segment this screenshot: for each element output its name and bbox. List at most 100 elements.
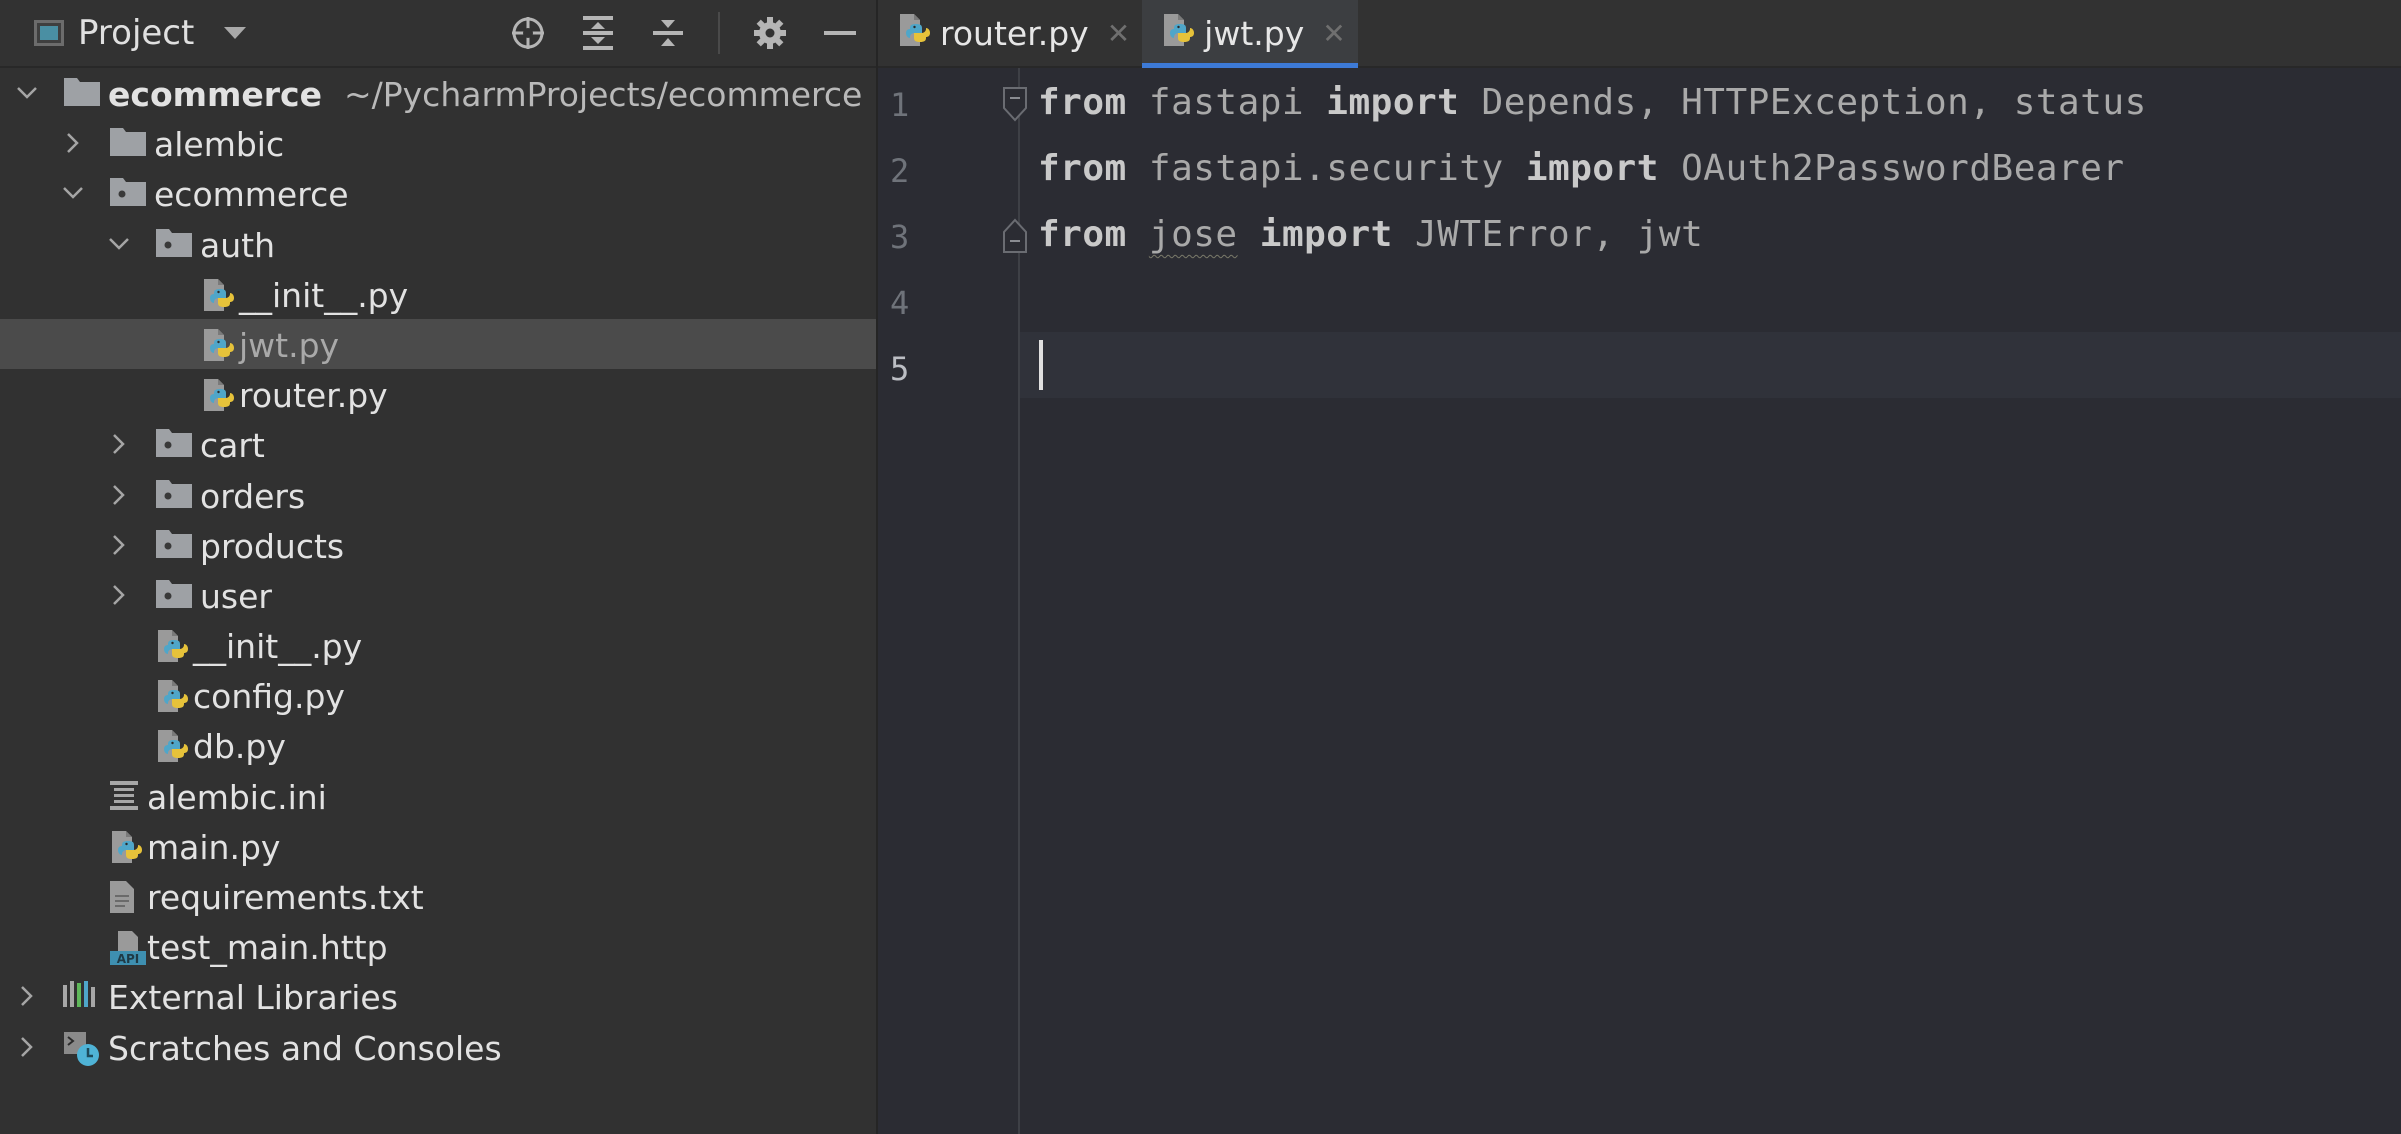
chevron-down-icon[interactable] [108, 237, 129, 253]
tree-item-alembic-ini[interactable]: alembic.ini [0, 771, 876, 821]
package-icon [154, 427, 192, 459]
expand-all-icon[interactable] [578, 13, 618, 53]
tree-item-label: router.py [239, 376, 388, 416]
python-file-icon [154, 728, 190, 763]
fold-start-icon[interactable] [1000, 86, 1030, 122]
tree-item-alembic[interactable]: alembic [0, 118, 876, 168]
chevron-down-icon[interactable] [62, 186, 83, 202]
chevron-right-icon[interactable] [20, 1036, 36, 1057]
tab-label: jwt.py [1204, 13, 1305, 53]
ini-file-icon [108, 779, 144, 811]
fold-end-icon[interactable] [1000, 218, 1030, 253]
keyword-token: from [1038, 214, 1127, 255]
chevron-down-icon[interactable] [16, 86, 37, 102]
tree-item-label: Scratches and Consoles [108, 1028, 502, 1068]
package-icon [154, 528, 192, 560]
tree-item-label: test_main.http [147, 928, 388, 968]
line-number: 4 [890, 284, 910, 322]
chevron-right-icon[interactable] [112, 484, 128, 505]
tree-item-label: products [200, 526, 345, 566]
keyword-token: from [1038, 82, 1127, 123]
text-file-icon [108, 879, 144, 913]
editor-area: router.py ✕ jwt.py ✕ 1 2 3 4 5 from fastapi imp… [878, 0, 2401, 1134]
tree-item-label: main.py [147, 827, 281, 867]
tab-label: router.py [940, 13, 1089, 53]
python-file-icon [1160, 12, 1196, 54]
python-file-icon [154, 628, 190, 663]
python-file-icon [108, 829, 144, 863]
chevron-right-icon[interactable] [112, 433, 128, 455]
line-number: 1 [890, 86, 910, 124]
tree-item-label: requirements.txt [147, 878, 424, 917]
code-line[interactable]: from fastapi.security import OAuth2Passw… [1038, 148, 2125, 189]
tree-item-label: db.py [193, 727, 286, 767]
svg-text:API: API [117, 952, 140, 966]
gear-icon[interactable] [750, 13, 790, 53]
project-panel-header: Project [0, 0, 876, 68]
locate-icon[interactable] [508, 13, 548, 53]
tab-jwt-py[interactable]: jwt.py ✕ [1142, 0, 1358, 68]
tree-item-db-py[interactable]: db.py [0, 720, 876, 770]
tab-router-py[interactable]: router.py ✕ [878, 0, 1142, 66]
tree-item-external-libraries[interactable]: External Libraries [0, 971, 876, 1021]
tree-item-ecommerce[interactable]: ecommerce [0, 168, 876, 218]
tree-item-requirements-txt[interactable]: requirements.txt [0, 871, 876, 921]
python-file-icon [154, 678, 190, 713]
tree-item-cart[interactable]: cart [0, 419, 876, 469]
tree-item-auth[interactable]: auth [0, 219, 876, 269]
toolbar-divider [718, 12, 720, 54]
package-icon [154, 478, 192, 510]
editor-tabs: router.py ✕ jwt.py ✕ [878, 0, 2401, 68]
code-token: jose [1148, 214, 1238, 255]
code-line[interactable]: from fastapi import Depends, HTTPExcepti… [1038, 82, 2147, 123]
tree-item-jwt-py[interactable]: jwt.py [0, 318, 876, 370]
project-path: ~/PycharmProjects/ecommerce [343, 75, 863, 114]
tree-item-user[interactable]: user [0, 570, 876, 620]
tree-item-test-main-http[interactable]: API test_main.http [0, 921, 876, 971]
package-icon [154, 227, 192, 259]
chevron-down-icon[interactable] [224, 27, 247, 39]
line-number-gutter: 1 2 3 4 5 [878, 68, 1018, 1134]
code-line[interactable]: from jose import JWTError, jwt [1038, 214, 1703, 255]
tree-item-label: config.py [193, 677, 345, 717]
chevron-right-icon[interactable] [66, 132, 82, 154]
chevron-right-icon[interactable] [112, 584, 128, 605]
libraries-icon [62, 979, 98, 1011]
folder-icon [62, 76, 100, 108]
tree-item-label: ecommerce ~/PycharmProjects/ecommerce [108, 75, 863, 114]
tree-item-init-py[interactable]: __init__.py [0, 269, 876, 319]
project-tree: ecommerce ~/PycharmProjects/ecommerce alem… [0, 68, 876, 1072]
close-icon[interactable]: ✕ [1107, 17, 1130, 50]
collapse-all-icon[interactable] [648, 13, 688, 53]
tree-item-router-py[interactable]: router.py [0, 369, 876, 419]
project-view-selector[interactable]: Project [78, 13, 194, 53]
tree-item-label: cart [200, 426, 265, 466]
chevron-right-icon[interactable] [20, 985, 36, 1007]
tree-item-scratches-and-consoles[interactable]: Scratches and Consoles [0, 1022, 876, 1072]
tree-item-label: alembic [154, 125, 285, 165]
tree-item-products[interactable]: products [0, 520, 876, 570]
minimize-icon[interactable] [820, 13, 860, 53]
code-token: OAuth2PasswordBearer [1681, 148, 2125, 189]
chevron-right-icon[interactable] [112, 534, 128, 555]
tree-item-orders[interactable]: orders [0, 470, 876, 520]
tree-item-init-py[interactable]: __init__.py [0, 620, 876, 670]
folder-icon [108, 126, 146, 158]
tree-item-label: alembic.ini [147, 777, 327, 817]
tree-item-label: jwt.py [239, 325, 340, 365]
scratches-icon [62, 1030, 99, 1066]
tree-item-config-py[interactable]: config.py [0, 670, 876, 720]
tree-item-ecommerce[interactable]: ecommerce ~/PycharmProjects/ecommerce [0, 68, 876, 118]
text-cursor [1039, 340, 1043, 390]
line-number: 2 [890, 152, 910, 190]
close-icon[interactable]: ✕ [1322, 17, 1345, 50]
tree-item-main-py[interactable]: main.py [0, 821, 876, 871]
tree-item-label: user [200, 576, 272, 616]
